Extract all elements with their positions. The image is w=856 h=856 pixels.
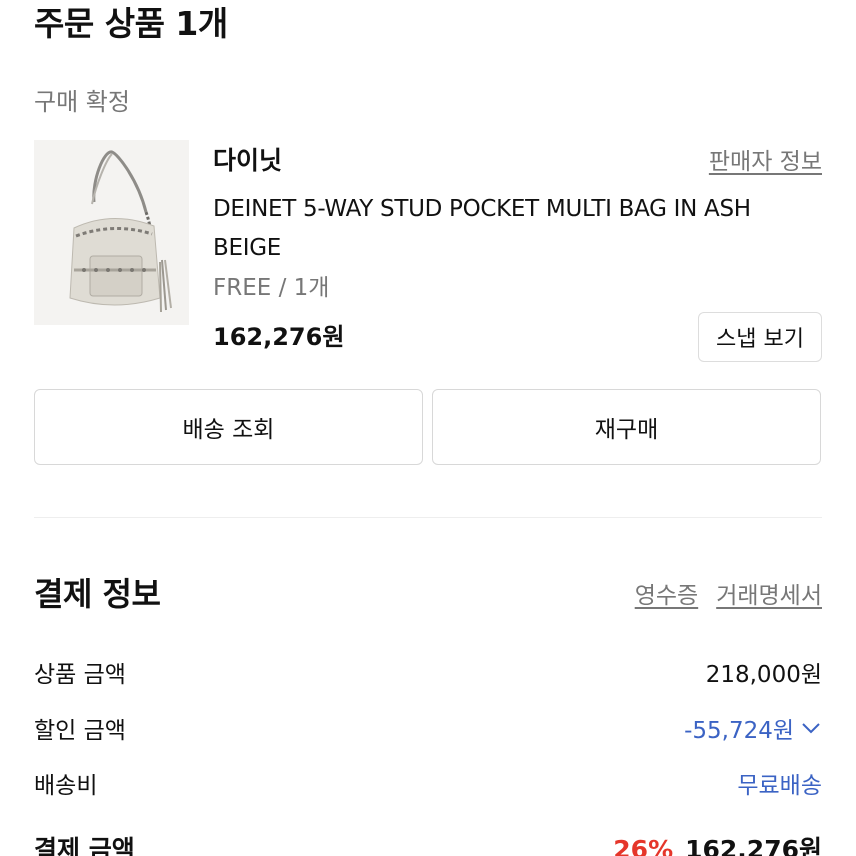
order-detail-page: 주문 상품 1개 구매 확정 다이닛 판매자 정보 DEINET 5-WAY S… — [0, 0, 856, 856]
receipt-link[interactable]: 영수증 — [635, 580, 698, 612]
discount-amount-value: -55,724원 — [684, 718, 794, 744]
product-option: FREE / 1개 — [213, 275, 330, 301]
discount-amount-label: 할인 금액 — [34, 718, 126, 744]
product-amount-value: 218,000원 — [705, 662, 822, 688]
product-name[interactable]: DEINET 5-WAY STUD POCKET MULTI BAG IN AS… — [213, 190, 803, 268]
order-status: 구매 확정 — [34, 88, 130, 116]
shipping-fee-value: 무료배송 — [737, 773, 822, 799]
product-image[interactable] — [34, 140, 189, 325]
total-amount-value: 162,276원 — [685, 835, 822, 856]
shipping-fee-label: 배송비 — [34, 773, 98, 799]
product-amount-label: 상품 금액 — [34, 662, 126, 688]
bag-image-icon — [34, 140, 189, 325]
brand-name[interactable]: 다이닛 — [213, 144, 282, 178]
total-amount-label: 결제 금액 — [34, 835, 135, 856]
product-amount-row: 상품 금액 218,000원 — [34, 652, 822, 692]
total-amount-row: 결제 금액 26% 162,276원 — [34, 828, 822, 856]
discount-amount-row: 할인 금액 -55,724원 — [34, 708, 822, 748]
payment-doc-links: 영수증 거래명세서 — [635, 580, 822, 612]
order-title: 주문 상품 1개 — [34, 4, 228, 43]
reorder-button[interactable]: 재구매 — [432, 389, 821, 465]
track-delivery-button[interactable]: 배송 조회 — [34, 389, 423, 465]
discount-rate-badge: 26% — [613, 835, 674, 856]
product-price: 162,276원 — [213, 323, 345, 351]
shipping-fee-row: 배송비 무료배송 — [34, 763, 822, 803]
seller-info-link[interactable]: 판매자 정보 — [709, 146, 822, 178]
section-divider — [34, 517, 822, 518]
payment-info-title: 결제 정보 — [34, 575, 161, 613]
transaction-statement-link[interactable]: 거래명세서 — [716, 580, 822, 612]
chevron-down-icon — [800, 721, 822, 735]
total-amount: 26% 162,276원 — [613, 830, 822, 856]
view-snap-button[interactable]: 스냅 보기 — [698, 312, 822, 362]
discount-amount-toggle[interactable]: -55,724원 — [684, 711, 822, 745]
